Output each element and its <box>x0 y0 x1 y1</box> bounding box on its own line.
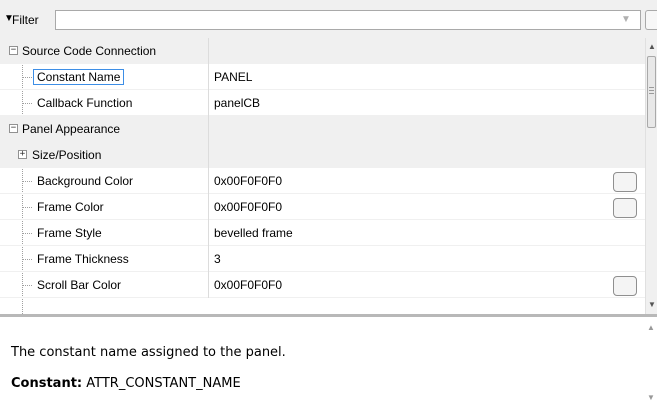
collapse-icon[interactable]: − <box>9 46 18 55</box>
tree-connector <box>23 259 32 260</box>
property-value[interactable]: 3 <box>214 252 221 266</box>
scroll-down-icon[interactable]: ▼ <box>648 300 656 309</box>
property-row-frame-style[interactable]: Frame Style bevelled frame <box>0 220 645 246</box>
property-value[interactable]: 0x00F0F0F0 <box>214 278 282 292</box>
property-value[interactable]: bevelled frame <box>214 226 293 240</box>
property-label: Frame Style <box>37 226 102 240</box>
constant-value: ATTR_CONSTANT_NAME <box>86 376 241 391</box>
filter-bar: ▼ Filter ▼ <box>0 0 657 38</box>
collapse-icon[interactable]: − <box>9 124 18 133</box>
tree-connector <box>23 103 32 104</box>
property-row-callback-function[interactable]: Callback Function panelCB <box>0 90 645 116</box>
group-label: Size/Position <box>32 148 102 162</box>
value-cell <box>209 116 645 142</box>
tree-connector <box>23 181 32 182</box>
value-cell[interactable]: panelCB <box>209 90 645 116</box>
filter-label: Filter <box>12 13 39 27</box>
property-value[interactable]: panelCB <box>214 96 260 110</box>
property-row-frame-thickness[interactable]: Frame Thickness 3 <box>0 246 645 272</box>
property-label: Background Color <box>37 174 134 188</box>
name-cell: − Source Code Connection <box>0 38 209 64</box>
name-cell: + Size/Position <box>0 142 209 168</box>
category-row-source-code-connection[interactable]: − Source Code Connection <box>0 38 645 64</box>
expand-icon[interactable]: + <box>18 150 27 159</box>
description-text: The constant name assigned to the panel. <box>11 345 286 360</box>
value-cell[interactable]: bevelled frame <box>209 220 645 246</box>
value-cell <box>209 142 645 168</box>
group-row-size-position[interactable]: + Size/Position <box>0 142 645 168</box>
property-row-background-color[interactable]: Background Color 0x00F0F0F0 <box>0 168 645 194</box>
property-grid-scrollbar[interactable]: ▲ ▼ <box>645 38 657 314</box>
value-cell[interactable]: 3 <box>209 246 645 272</box>
description-pane: The constant name assigned to the panel.… <box>0 317 645 409</box>
property-row-scroll-bar-color[interactable]: Scroll Bar Color 0x00F0F0F0 <box>0 272 645 298</box>
description-scrollbar[interactable]: ▲ ▼ <box>645 317 657 409</box>
name-cell: − Panel Appearance <box>0 116 209 142</box>
property-value[interactable]: PANEL <box>214 70 252 84</box>
category-label: Panel Appearance <box>22 122 121 136</box>
grip-line <box>649 87 654 88</box>
property-label: Constant Name <box>33 69 125 85</box>
scroll-down-icon[interactable]: ▼ <box>647 393 655 402</box>
name-cell: Constant Name <box>0 64 209 90</box>
scroll-up-icon[interactable]: ▲ <box>648 42 656 51</box>
name-cell: Callback Function <box>0 90 209 116</box>
value-cell[interactable]: PANEL <box>209 64 645 90</box>
tree-connector <box>23 285 32 286</box>
filter-dropdown-icon[interactable]: ▼ <box>621 14 631 25</box>
value-cell[interactable]: 0x00F0F0F0 <box>209 272 645 298</box>
value-cell[interactable]: 0x00F0F0F0 <box>209 194 645 220</box>
scrollbar-thumb[interactable] <box>647 56 656 128</box>
name-cell: Scroll Bar Color <box>0 272 209 298</box>
color-picker-button[interactable] <box>613 198 637 218</box>
property-label: Frame Thickness <box>37 252 129 266</box>
tree-connector <box>23 207 32 208</box>
property-label: Callback Function <box>37 96 133 110</box>
property-label: Scroll Bar Color <box>37 278 122 292</box>
grip-line <box>649 93 654 94</box>
property-row-constant-name[interactable]: Constant Name PANEL <box>0 64 645 90</box>
name-cell: Background Color <box>0 168 209 194</box>
property-label: Frame Color <box>37 200 104 214</box>
constant-line: Constant: ATTR_CONSTANT_NAME <box>11 376 241 391</box>
filter-input[interactable] <box>55 10 641 30</box>
constant-label: Constant: <box>11 376 83 391</box>
property-value[interactable]: 0x00F0F0F0 <box>214 174 282 188</box>
filter-options-button[interactable] <box>645 10 657 30</box>
name-cell: Frame Style <box>0 220 209 246</box>
category-row-panel-appearance[interactable]: − Panel Appearance <box>0 116 645 142</box>
color-picker-button[interactable] <box>613 276 637 296</box>
value-cell[interactable]: 0x00F0F0F0 <box>209 168 645 194</box>
grip-line <box>649 90 654 91</box>
property-value[interactable]: 0x00F0F0F0 <box>214 200 282 214</box>
name-cell: Frame Color <box>0 194 209 220</box>
color-picker-button[interactable] <box>613 172 637 192</box>
property-row-frame-color[interactable]: Frame Color 0x00F0F0F0 <box>0 194 645 220</box>
tree-connector <box>23 77 32 78</box>
tree-connector <box>23 233 32 234</box>
property-grid: − Source Code Connection Constant Name P… <box>0 38 645 314</box>
value-cell <box>209 38 645 64</box>
name-cell: Frame Thickness <box>0 246 209 272</box>
scroll-up-icon[interactable]: ▲ <box>647 323 655 332</box>
category-label: Source Code Connection <box>22 44 157 58</box>
